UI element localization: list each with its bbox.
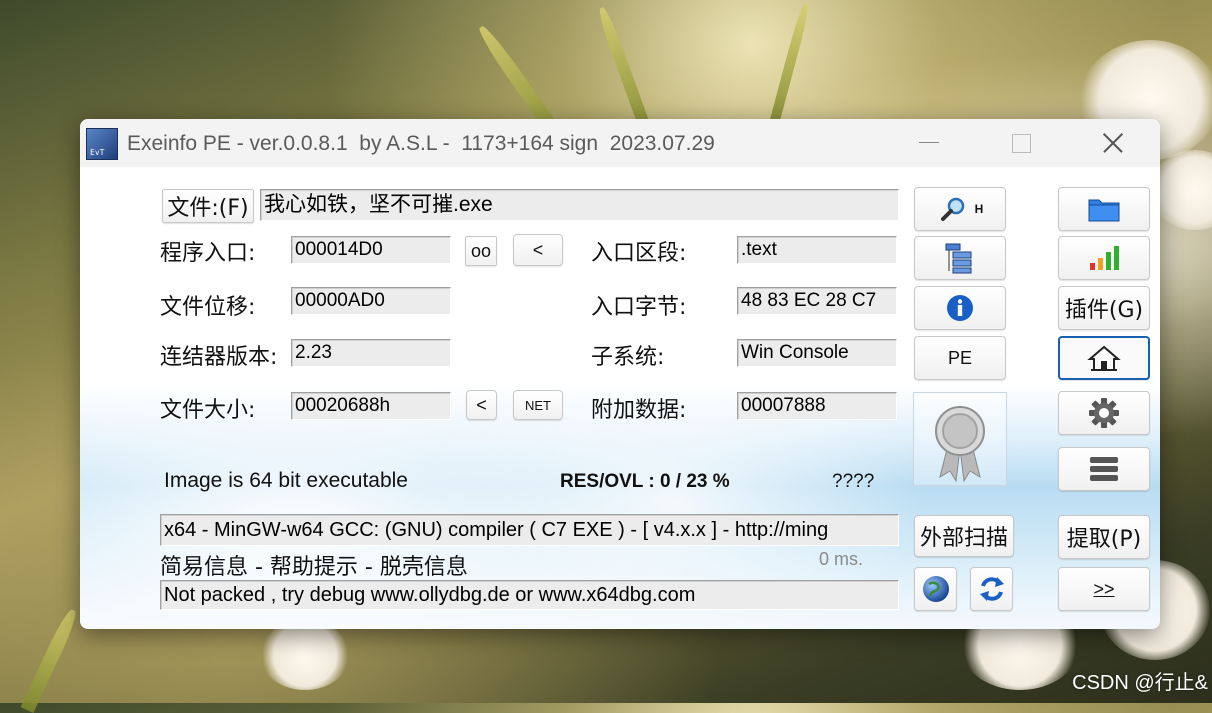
- entry-point-field[interactable]: 000014D0: [291, 236, 451, 264]
- close-button[interactable]: [1090, 127, 1136, 159]
- title-bar[interactable]: EvT Exeinfo PE - ver.0.0.8.1 by A.S.L - …: [80, 119, 1160, 167]
- home-icon: [1087, 344, 1121, 372]
- app-icon: EvT: [86, 128, 118, 160]
- search-h-label: H: [974, 202, 984, 216]
- more-button[interactable]: >>: [1058, 567, 1150, 611]
- external-scan-button[interactable]: 外部扫描: [914, 515, 1014, 557]
- entry-section-field[interactable]: .text: [737, 236, 897, 264]
- entry-point-back-button[interactable]: <: [513, 234, 563, 266]
- background-grass: [20, 607, 80, 713]
- help-line[interactable]: 简易信息 - 帮助提示 - 脱壳信息: [160, 549, 468, 581]
- magnifier-icon: [937, 195, 971, 223]
- pe-button[interactable]: PE: [914, 336, 1006, 380]
- search-h-button[interactable]: H: [914, 187, 1006, 231]
- linker-version-field[interactable]: 2.23: [291, 339, 451, 367]
- medal-panel: [913, 392, 1007, 486]
- packed-info-field[interactable]: Not packed , try debug www.ollydbg.de or…: [160, 580, 899, 610]
- info-button[interactable]: [914, 286, 1006, 330]
- open-folder-button[interactable]: [1058, 187, 1150, 231]
- watermark: CSDN @行止&: [1072, 672, 1208, 694]
- file-size-field[interactable]: 00020688h: [291, 392, 451, 420]
- res-ovl-text: RES/OVL : 0 / 23 %: [560, 471, 730, 492]
- globe-icon: [921, 574, 951, 604]
- settings-button[interactable]: [1058, 391, 1150, 435]
- web-button[interactable]: [914, 567, 957, 611]
- overlay-label: 附加数据:: [591, 398, 687, 423]
- maximize-button[interactable]: [998, 127, 1044, 159]
- refresh-icon: [977, 574, 1007, 604]
- background-grass: [770, 2, 811, 122]
- info-icon: [945, 293, 975, 323]
- image-type-text: Image is 64 bit executable: [164, 469, 408, 492]
- minimize-button[interactable]: [906, 127, 952, 159]
- refresh-button[interactable]: [970, 567, 1013, 611]
- file-size-label: 文件大小:: [160, 398, 256, 423]
- scan-time-text: 0 ms.: [819, 549, 864, 569]
- list-button[interactable]: [1058, 447, 1150, 491]
- compiler-field[interactable]: x64 - MinGW-w64 GCC: (GNU) compiler ( C7…: [160, 514, 899, 546]
- window-title: Exeinfo PE - ver.0.0.8.1 by A.S.L - 1173…: [127, 132, 715, 155]
- exeinfo-window: EvT Exeinfo PE - ver.0.0.8.1 by A.S.L - …: [80, 119, 1160, 629]
- background-grass: [595, 5, 652, 133]
- entry-bytes-label: 入口字节:: [591, 295, 687, 320]
- file-offset-field[interactable]: 00000AD0: [291, 287, 451, 315]
- extract-button[interactable]: 提取(P): [1058, 515, 1150, 559]
- background-flower: [260, 620, 350, 690]
- entry-bytes-field[interactable]: 48 83 EC 28 C7: [737, 287, 897, 315]
- file-name-field[interactable]: 我心如铁，坚不可摧.exe: [260, 189, 899, 221]
- stats-button[interactable]: [1058, 236, 1150, 280]
- net-button[interactable]: NET: [513, 390, 563, 420]
- entry-section-label: 入口区段:: [591, 241, 687, 266]
- file-offset-label: 文件位移:: [160, 295, 256, 320]
- overlay-field[interactable]: 00007888: [737, 392, 897, 420]
- subsystem-field[interactable]: Win Console: [737, 339, 897, 367]
- medal-icon: [914, 406, 1006, 489]
- plugins-button[interactable]: 插件(G): [1058, 286, 1150, 330]
- home-button[interactable]: [1058, 336, 1150, 380]
- tree-view-button[interactable]: [914, 236, 1006, 280]
- entry-point-label: 程序入口:: [160, 241, 256, 266]
- file-size-back-button[interactable]: <: [466, 390, 497, 420]
- gear-icon: [1088, 397, 1120, 429]
- oo-button[interactable]: oo: [465, 236, 497, 266]
- unknown-text: ????: [832, 471, 875, 492]
- folder-icon: [1087, 195, 1121, 223]
- subsystem-label: 子系统:: [591, 345, 665, 370]
- tree-icon: [943, 242, 977, 274]
- file-open-button[interactable]: 文件:(F): [162, 189, 254, 223]
- linker-version-label: 连结器版本:: [160, 345, 278, 370]
- stack-icon: [1087, 455, 1121, 483]
- signal-icon: [1087, 244, 1121, 272]
